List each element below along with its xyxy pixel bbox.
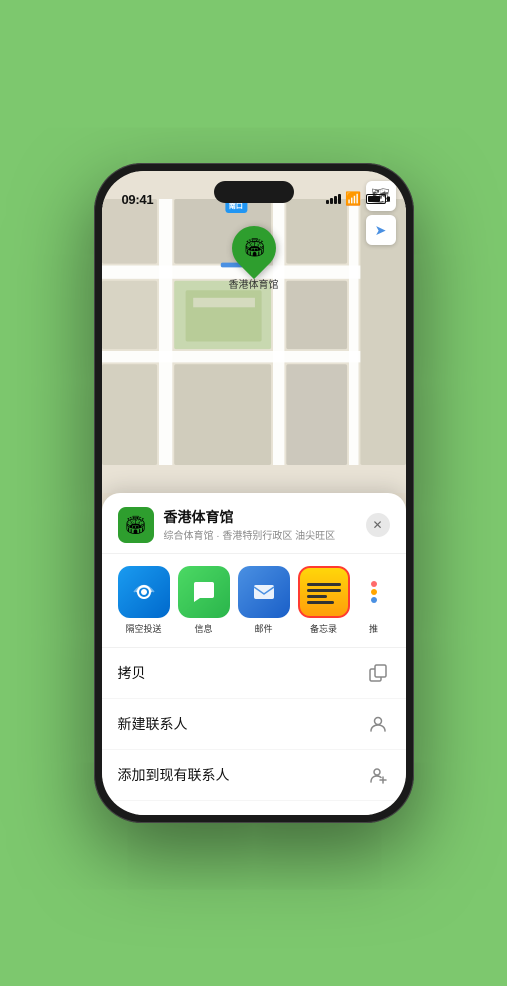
dynamic-island: [214, 181, 294, 203]
signal-bar-4: [338, 194, 341, 204]
signal-bars: [326, 194, 341, 204]
mail-label: 邮件: [254, 622, 272, 635]
app-item-mail[interactable]: 邮件: [238, 566, 290, 635]
messages-label: 信息: [194, 622, 212, 635]
action-item-quick-note[interactable]: 添加到新快速备忘录: [102, 801, 406, 815]
status-icons: 📶: [326, 191, 385, 207]
airdrop-icon: [118, 566, 170, 618]
bottom-sheet: 🏟 香港体育馆 综合体育馆 · 香港特别行政区 油尖旺区 ✕: [102, 493, 406, 815]
more-label: 推: [369, 622, 378, 635]
stadium-pin[interactable]: 🏟 香港体育馆: [229, 226, 279, 291]
action-item-add-existing[interactable]: 添加到现有联系人: [102, 750, 406, 801]
place-subtitle: 综合体育馆 · 香港特别行政区 油尖旺区: [164, 527, 366, 542]
quick-note-icon: [366, 814, 390, 815]
close-icon: ✕: [372, 518, 382, 532]
mail-icon: [238, 566, 290, 618]
signal-bar-1: [326, 200, 329, 204]
action-item-copy[interactable]: 拷贝: [102, 648, 406, 699]
copy-label: 拷贝: [118, 663, 146, 683]
airdrop-label: 隔空投送: [125, 622, 161, 635]
app-item-notes[interactable]: 备忘录: [298, 566, 350, 635]
app-item-airdrop[interactable]: 隔空投送: [118, 566, 170, 635]
app-item-messages[interactable]: 信息: [178, 566, 230, 635]
phone-frame: 09:41 📶: [94, 163, 414, 823]
place-name: 香港体育馆: [164, 508, 366, 526]
share-apps-row: 隔空投送 信息: [102, 554, 406, 648]
map-area[interactable]: 南口 🏟 香港体育馆 🗺 ➤: [102, 171, 406, 493]
action-list: 拷贝 新建联系人: [102, 648, 406, 815]
add-existing-label: 添加到现有联系人: [118, 765, 230, 785]
battery-fill: [368, 196, 381, 202]
add-contact-icon: [366, 763, 390, 787]
notes-label: 备忘录: [310, 622, 337, 635]
app-item-more[interactable]: 推: [358, 566, 390, 635]
copy-icon: [366, 661, 390, 685]
new-contact-icon: [366, 712, 390, 736]
place-header: 🏟 香港体育馆 综合体育馆 · 香港特别行政区 油尖旺区 ✕: [102, 493, 406, 554]
signal-bar-2: [330, 198, 333, 204]
map-svg: [102, 171, 406, 493]
new-contact-label: 新建联系人: [118, 714, 188, 734]
pin-icon: 🏟: [242, 238, 265, 259]
status-time: 09:41: [122, 192, 154, 207]
more-icon: [358, 566, 390, 618]
messages-icon: [178, 566, 230, 618]
place-icon: 🏟: [118, 507, 154, 543]
signal-bar-3: [334, 196, 337, 204]
wifi-icon: 📶: [345, 191, 361, 207]
pin-circle: 🏟: [222, 217, 284, 279]
action-item-new-contact[interactable]: 新建联系人: [102, 699, 406, 750]
map-location-button[interactable]: ➤: [366, 215, 396, 245]
place-icon-emoji: 🏟: [124, 515, 147, 536]
close-button[interactable]: ✕: [366, 513, 390, 537]
battery-icon: [366, 194, 386, 204]
notes-icon: [298, 566, 350, 618]
phone-screen: 09:41 📶: [102, 171, 406, 815]
place-info: 香港体育馆 综合体育馆 · 香港特别行政区 油尖旺区: [164, 508, 366, 542]
